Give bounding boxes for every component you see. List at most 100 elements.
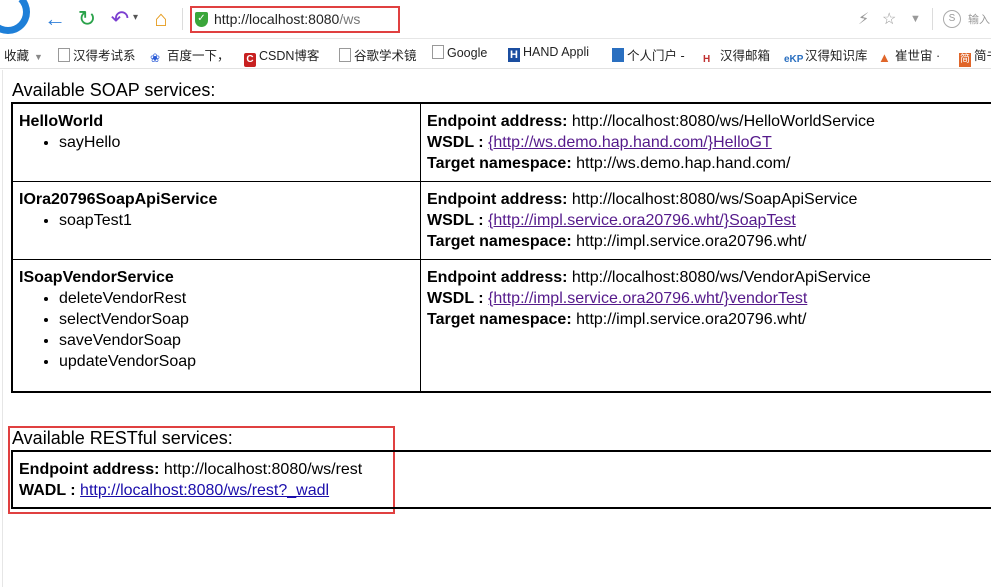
wsdl-link[interactable]: {http://impl.service.ora20796.wht/}SoapT…	[488, 212, 796, 229]
table-row: IOra20796SoapApiService soapTest1 Endpoi…	[11, 181, 991, 260]
endpoint-label: Endpoint address:	[19, 461, 160, 478]
target-namespace: http://impl.service.ora20796.wht/	[576, 233, 807, 250]
wsdl-row: WSDL : {http://impl.service.ora20796.wht…	[427, 288, 991, 309]
wsdl-label: WSDL :	[427, 212, 484, 229]
service-name: HelloWorld	[19, 113, 104, 130]
chevron-down-icon[interactable]: ▾	[133, 12, 138, 23]
wadl-link[interactable]: http://localhost:8080/ws/rest?_wadl	[80, 482, 329, 499]
service-name: ISoapVendorService	[19, 269, 174, 286]
wsdl-label: WSDL :	[427, 290, 484, 307]
service-details-cell: Endpoint address: http://localhost:8080/…	[420, 102, 991, 182]
bookmark-item[interactable]: ❀ 百度一下，	[150, 45, 230, 65]
bookmark-item[interactable]: H HAND Appli	[508, 45, 589, 62]
table-row: ISoapVendorService deleteVendorRest sele…	[11, 259, 991, 392]
address-bar[interactable]: ✓ http://localhost:8080/ws	[190, 6, 400, 33]
operation-item: soapTest1	[59, 210, 414, 231]
endpoint-row: Endpoint address: http://localhost:8080/…	[19, 459, 991, 480]
soap-services-table: HelloWorld sayHello Endpoint address: ht…	[11, 102, 991, 393]
undo-icon[interactable]: ↶	[107, 6, 133, 32]
bookmark-item[interactable]: Google	[432, 45, 487, 60]
rest-details-cell: Endpoint address: http://localhost:8080/…	[12, 451, 991, 508]
portal-icon	[612, 48, 624, 62]
soap-section-title: Available SOAP services:	[12, 80, 216, 100]
endpoint-address: http://localhost:8080/ws/SoapApiService	[571, 191, 858, 208]
operations-list: deleteVendorRest selectVendorSoap saveVe…	[19, 288, 414, 372]
namespace-label: Target namespace:	[427, 311, 572, 328]
rest-section-title: Available RESTful services:	[12, 428, 233, 448]
table-row: HelloWorld sayHello Endpoint address: ht…	[11, 102, 991, 182]
namespace-row: Target namespace: http://impl.service.or…	[427, 231, 991, 252]
page-content: Available SOAP services: HelloWorld sayH…	[0, 70, 991, 587]
bookmark-label: 收藏	[4, 49, 30, 63]
service-name-cell: ISoapVendorService deleteVendorRest sele…	[11, 259, 421, 392]
bookmark-item[interactable]: C CSDN博客	[244, 45, 319, 67]
wsdl-link[interactable]: {http://impl.service.ora20796.wht/}vendo…	[488, 290, 807, 307]
hand-logo-icon: H	[508, 48, 520, 62]
service-name: IOra20796SoapApiService	[19, 191, 218, 208]
bookmark-label: 百度一下，	[167, 49, 230, 63]
bookmark-item[interactable]: 谷歌学术镜	[339, 45, 417, 64]
chevron-down-icon[interactable]: ▼	[910, 13, 921, 25]
bookmark-item[interactable]: 简简书	[959, 45, 991, 67]
endpoint-address: http://localhost:8080/ws/HelloWorldServi…	[571, 113, 875, 130]
chevron-down-icon: ▼	[34, 52, 43, 62]
bookmark-label: 崔世宙 ·	[895, 49, 941, 63]
namespace-row: Target namespace: http://impl.service.or…	[427, 309, 991, 330]
toolbar-divider	[182, 8, 183, 30]
service-details-cell: Endpoint address: http://localhost:8080/…	[420, 259, 991, 392]
shield-icon: ✓	[195, 12, 208, 27]
home-icon[interactable]: ⌂	[148, 6, 174, 32]
document-icon	[58, 48, 70, 62]
endpoint-row: Endpoint address: http://localhost:8080/…	[427, 111, 991, 132]
endpoint-row: Endpoint address: http://localhost:8080/…	[427, 189, 991, 210]
star-icon[interactable]: ☆	[882, 9, 896, 29]
operations-list: soapTest1	[19, 210, 414, 231]
endpoint-row: Endpoint address: http://localhost:8080/…	[427, 267, 991, 288]
endpoint-address: http://localhost:8080/ws/VendorApiServic…	[571, 269, 871, 286]
wsdl-row: WSDL : {http://impl.service.ora20796.wht…	[427, 210, 991, 231]
endpoint-label: Endpoint address:	[427, 191, 568, 208]
page-divider	[2, 70, 3, 587]
operation-item: selectVendorSoap	[59, 309, 414, 330]
refresh-icon[interactable]: ↻	[74, 6, 100, 32]
bookmark-item[interactable]: 汉得考试系	[58, 45, 136, 64]
search-input[interactable]: 输入	[968, 11, 990, 27]
back-arrow-icon[interactable]: ←	[42, 6, 68, 32]
document-icon	[339, 48, 351, 62]
namespace-row: Target namespace: http://ws.demo.hap.han…	[427, 153, 991, 174]
jianshu-icon: 简	[959, 53, 971, 67]
service-name-cell: IOra20796SoapApiService soapTest1	[11, 181, 421, 260]
gitlab-fox-icon: ▲	[878, 50, 891, 65]
bookmark-label: 汉得考试系	[73, 49, 136, 63]
endpoint-address: http://localhost:8080/ws/rest	[163, 461, 363, 478]
browser-toolbar: ← ↻ ↶ ▾ ⌂ ✓ http://localhost:8080/ws ⚡︎ …	[0, 0, 991, 39]
operation-item: deleteVendorRest	[59, 288, 414, 309]
bookmark-label: 谷歌学术镜	[354, 49, 417, 63]
operations-list: sayHello	[19, 132, 414, 153]
bookmark-item[interactable]: 个人门户 -	[612, 45, 685, 64]
wsdl-label: WSDL :	[427, 134, 484, 151]
wsdl-link[interactable]: {http://ws.demo.hap.hand.com/}HelloGT	[488, 134, 772, 151]
endpoint-label: Endpoint address:	[427, 269, 568, 286]
bookmark-label: CSDN博客	[259, 49, 320, 63]
bookmark-label: HAND Appli	[523, 45, 589, 59]
bookmarks-bar: 收藏 ▼ 汉得考试系 ❀ 百度一下， C CSDN博客 谷歌学术镜 Google HH…	[0, 39, 991, 69]
wsdl-row: WSDL : {http://ws.demo.hap.hand.com/}Hel…	[427, 132, 991, 153]
document-icon	[432, 45, 444, 59]
namespace-label: Target namespace:	[427, 233, 572, 250]
baidu-paw-icon: ❀	[150, 51, 161, 65]
bookmark-label: 简书	[974, 49, 991, 63]
bookmark-item[interactable]: H 汉得邮箱	[703, 45, 770, 68]
bookmark-favorites[interactable]: 收藏 ▼	[4, 45, 43, 64]
bookmark-item[interactable]: ▲ 崔世宙 ·	[878, 45, 941, 65]
search-engine-icon[interactable]: S	[943, 10, 961, 28]
url-host: http://localhost:8080	[214, 11, 340, 27]
knowledge-base-icon: eKP	[784, 54, 804, 65]
bookmark-item[interactable]: eKP 汉得知识库	[784, 45, 868, 68]
namespace-label: Target namespace:	[427, 155, 572, 172]
bookmark-label: Google	[447, 46, 488, 60]
endpoint-label: Endpoint address:	[427, 113, 568, 130]
lightning-icon[interactable]: ⚡︎	[858, 9, 869, 29]
url-text[interactable]: http://localhost:8080/ws	[214, 11, 360, 27]
service-details-cell: Endpoint address: http://localhost:8080/…	[420, 181, 991, 260]
